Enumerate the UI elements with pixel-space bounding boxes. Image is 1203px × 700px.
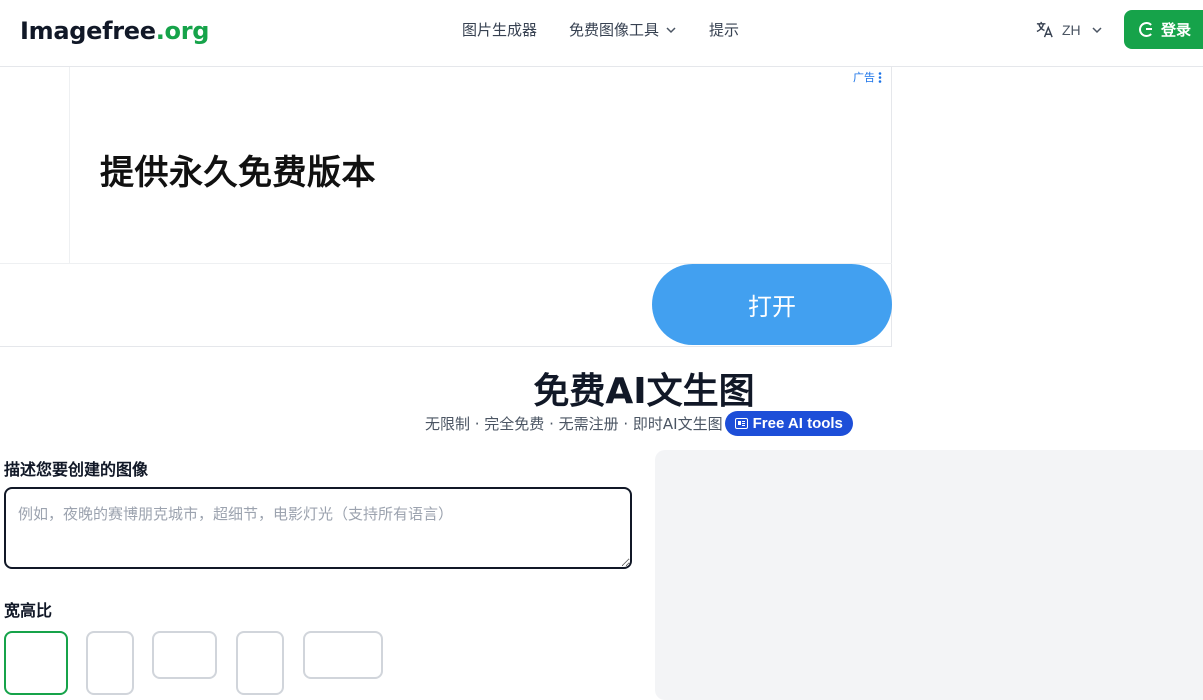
ad-label-text: 广告: [853, 72, 875, 84]
language-selector[interactable]: ZH: [1035, 20, 1103, 39]
prompt-input[interactable]: [4, 487, 632, 569]
badge-label: Free AI tools: [752, 415, 843, 432]
nav-item-free-tools[interactable]: 免费图像工具: [569, 20, 677, 40]
ad-open-button[interactable]: 打开: [652, 264, 892, 345]
image-preview-panel: [655, 450, 1203, 700]
free-ai-tools-badge[interactable]: Free AI tools: [724, 411, 853, 436]
logo-tld-text: .org: [155, 17, 210, 45]
aspect-ratio-label: 宽高比: [4, 601, 53, 620]
aspect-option-square[interactable]: [4, 631, 68, 695]
ad-menu-icon: [878, 71, 882, 83]
login-label: 登录: [1161, 22, 1192, 39]
advertisement[interactable]: 广告 提供永久免费版本 打开: [0, 67, 892, 347]
google-icon: [1139, 22, 1154, 37]
nav-item-image-generator[interactable]: 图片生成器: [462, 20, 537, 40]
login-button[interactable]: 登录: [1124, 10, 1203, 49]
site-logo[interactable]: Imagefree.org: [20, 17, 209, 45]
aspect-option-tall[interactable]: [236, 631, 284, 695]
page-title: 免费AI文生图: [533, 371, 755, 412]
tools-icon: [734, 418, 748, 429]
translate-icon: [1036, 21, 1053, 38]
prompt-label: 描述您要创建的图像: [4, 460, 149, 479]
ad-headline[interactable]: 提供永久免费版本: [100, 145, 376, 194]
subtitle-text: 无限制 · 完全免费 · 无需注册 · 即时AI文生图: [425, 415, 723, 433]
nav-item-label: 图片生成器: [462, 21, 538, 39]
language-code: ZH: [1062, 21, 1081, 38]
site-header: Imagefree.org 图片生成器 免费图像工具 提示 ZH 登录: [0, 0, 1203, 67]
page-subtitle: 无限制 · 完全免费 · 无需注册 · 即时AI文生图 Free AI tool…: [425, 411, 853, 436]
nav-item-prompts[interactable]: 提示: [709, 20, 739, 40]
main-nav: 图片生成器 免费图像工具 提示: [462, 20, 739, 40]
chevron-down-icon: [666, 27, 676, 34]
chevron-down-icon: [1092, 26, 1102, 33]
nav-item-label: 提示: [709, 21, 740, 39]
aspect-option-portrait[interactable]: [86, 631, 134, 695]
ad-divider: [0, 263, 69, 264]
ad-label[interactable]: 广告: [853, 69, 882, 85]
nav-item-label: 免费图像工具: [569, 21, 660, 39]
aspect-option-wide[interactable]: [303, 631, 383, 679]
aspect-option-landscape[interactable]: [152, 631, 217, 679]
logo-main-text: Imagefree: [20, 17, 156, 45]
